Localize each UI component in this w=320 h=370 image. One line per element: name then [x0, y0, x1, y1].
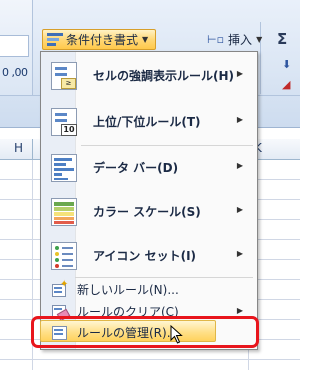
menu-item-label: 上位/下位ルール(T)	[93, 115, 201, 129]
decimal-buttons[interactable]: 0 ,00	[2, 66, 28, 79]
menu-item-label: 新しいルール(N)...	[77, 283, 179, 297]
submenu-arrow-icon: ▶	[236, 306, 243, 315]
menu-item-label: アイコン セット(I)	[93, 249, 197, 263]
menu-item-label: セルの強調表示ルール(H)	[93, 69, 235, 83]
menu-item-data-bars[interactable]: データ バー(D) ▶	[43, 146, 255, 190]
conditional-formatting-label: 条件付き書式	[66, 33, 139, 47]
conditional-formatting-icon	[47, 32, 63, 47]
mouse-pointer-icon	[170, 325, 183, 344]
menu-item-top-bottom-rules[interactable]: 10 上位/下位ルール(T) ▶	[43, 100, 255, 144]
submenu-arrow-icon: ▶	[236, 205, 243, 214]
column-header-h[interactable]: H	[14, 141, 23, 155]
menu-item-color-scales[interactable]: カラー スケール(S) ▶	[43, 190, 255, 234]
autosum-icon[interactable]: Σ	[277, 30, 287, 48]
column-divider	[32, 139, 33, 159]
number-group: 0 ,00	[0, 0, 33, 95]
color-scales-icon	[51, 198, 77, 226]
menu-item-label: データ バー(D)	[93, 161, 179, 175]
menu-item-highlight-cells-rules[interactable]: ≥ セルの強調表示ルール(H) ▶	[43, 54, 255, 98]
chevron-down-icon: ▼	[142, 35, 149, 44]
top-bottom-rules-icon: 10	[51, 108, 77, 136]
insert-cells-icon: ⊢▫	[207, 32, 225, 46]
chevron-down-icon: ▼	[256, 34, 263, 44]
submenu-arrow-icon: ▶	[236, 115, 243, 124]
highlight-cells-rules-icon: ≥	[51, 62, 77, 90]
fill-icon[interactable]: ⬇	[282, 58, 291, 71]
data-bars-icon	[51, 154, 77, 182]
highlight-annotation-ring	[31, 316, 259, 348]
icon-sets-icon	[51, 242, 77, 270]
conditional-formatting-menu: ≥ セルの強調表示ルール(H) ▶ 10 上位/下位ルール(T) ▶ データ バ…	[40, 51, 258, 350]
insert-label: 挿入	[228, 32, 253, 47]
new-rule-icon: ✦	[51, 280, 68, 297]
menu-item-new-rule[interactable]: ✦ 新しいルール(N)...	[43, 278, 255, 300]
submenu-arrow-icon: ▶	[236, 161, 243, 170]
conditional-formatting-button[interactable]: 条件付き書式 ▼	[42, 29, 156, 50]
insert-button[interactable]: ⊢▫ 挿入 ▼	[207, 29, 262, 49]
clear-icon[interactable]: ◢	[282, 78, 290, 91]
menu-item-icon-sets[interactable]: アイコン セット(I) ▶	[43, 234, 255, 278]
submenu-arrow-icon: ▶	[236, 69, 243, 78]
number-format-dropdown[interactable]	[0, 35, 29, 57]
menu-item-label: カラー スケール(S)	[93, 205, 201, 219]
submenu-arrow-icon: ▶	[236, 249, 243, 258]
